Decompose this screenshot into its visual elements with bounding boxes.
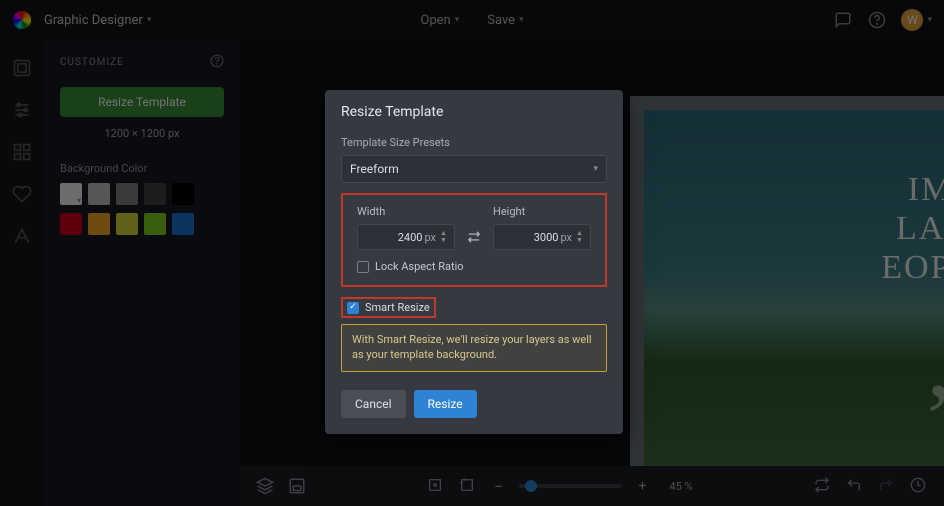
dimension-group-highlight: Width 2400 px ▲▼ Height 3000 px ▲▼ — [341, 193, 607, 287]
width-input[interactable]: 2400 px ▲▼ — [357, 224, 455, 250]
width-label: Width — [357, 205, 455, 218]
lock-aspect-label: Lock Aspect Ratio — [375, 260, 464, 273]
width-value: 2400 — [398, 231, 423, 244]
cancel-button[interactable]: Cancel — [341, 390, 406, 418]
preset-value: Freeform — [350, 162, 399, 176]
cancel-label: Cancel — [355, 397, 392, 411]
lock-aspect-row[interactable]: Lock Aspect Ratio — [357, 260, 591, 273]
height-label: Height — [493, 205, 591, 218]
lock-aspect-checkbox[interactable] — [357, 261, 369, 273]
height-input[interactable]: 3000 px ▲▼ — [493, 224, 591, 250]
smart-resize-tip: With Smart Resize, we'll resize your lay… — [341, 324, 607, 372]
unit-label: px — [560, 231, 572, 244]
smart-resize-checkbox[interactable] — [347, 302, 359, 314]
chevron-down-icon: ▾ — [593, 164, 598, 174]
height-value: 3000 — [534, 231, 559, 244]
smart-resize-highlight: Smart Resize — [341, 297, 436, 318]
stepper-icon[interactable]: ▲▼ — [440, 225, 450, 249]
resize-label: Resize — [428, 397, 463, 411]
smart-resize-label: Smart Resize — [365, 301, 430, 314]
preset-select[interactable]: Freeform ▾ — [341, 155, 607, 183]
stepper-icon[interactable]: ▲▼ — [576, 225, 586, 249]
swap-dimensions-icon[interactable] — [465, 224, 483, 250]
resize-button[interactable]: Resize — [414, 390, 477, 418]
preset-label: Template Size Presets — [341, 136, 607, 149]
resize-template-modal: Resize Template Template Size Presets Fr… — [325, 90, 623, 434]
unit-label: px — [424, 231, 436, 244]
modal-title: Resize Template — [325, 90, 623, 132]
